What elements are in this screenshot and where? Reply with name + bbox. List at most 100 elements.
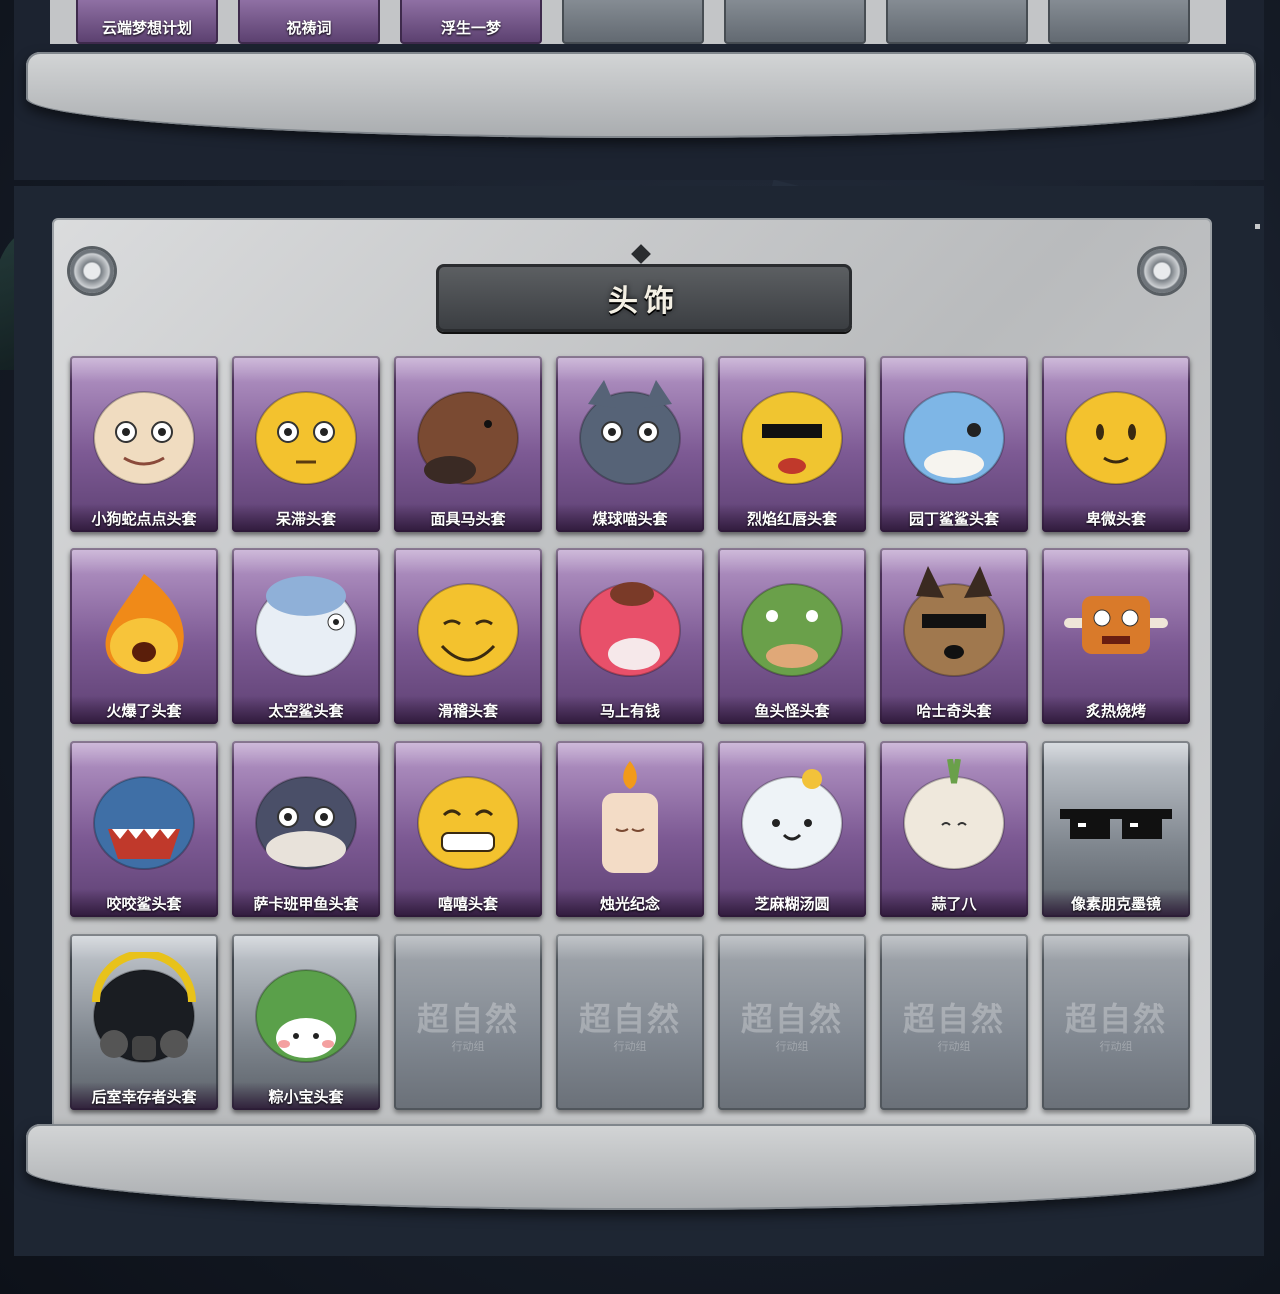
top-row-card-label: 云端梦想计划 xyxy=(101,20,192,37)
top-row-empty-slot[interactable] xyxy=(1048,0,1190,44)
top-row-card-label: 浮生一梦 xyxy=(440,20,501,37)
horse-mask-icon xyxy=(408,374,528,492)
tangyuan-icon xyxy=(732,759,852,877)
headwear-card[interactable]: 小狗蛇点点头套 xyxy=(70,356,218,532)
empty-slot-watermark-sub: 行动组 xyxy=(1099,1041,1133,1053)
headwear-card-label: 咬咬鲨头套 xyxy=(70,889,218,917)
headwear-card[interactable]: 卑微头套 xyxy=(1042,356,1190,532)
headwear-card[interactable]: 面具马头套 xyxy=(394,356,542,532)
empty-headwear-slot: 超自然 行动组 xyxy=(880,934,1028,1110)
candle-icon xyxy=(570,759,690,877)
headwear-card[interactable]: 烛光纪念 xyxy=(556,741,704,917)
empty-headwear-slot: 超自然 行动组 xyxy=(394,934,542,1110)
blank-face-head-icon xyxy=(246,374,366,492)
section-title: 头饰 xyxy=(608,284,680,319)
headwear-card-label: 卑微头套 xyxy=(1042,504,1190,532)
headwear-card-label: 芝麻糊汤圆 xyxy=(718,889,866,917)
empty-headwear-slot: 超自然 行动组 xyxy=(718,934,866,1110)
scroll-bottom-previous xyxy=(26,52,1256,138)
card-frame-top xyxy=(718,934,866,960)
empty-slot-watermark-sub: 行动组 xyxy=(775,1041,809,1053)
headwear-card[interactable]: 咬咬鲨头套 xyxy=(70,741,218,917)
sacabambaspis-icon xyxy=(246,759,366,877)
fire-head-icon xyxy=(84,566,204,684)
fish-head-icon xyxy=(732,566,852,684)
card-frame-top xyxy=(880,934,1028,960)
humble-face-head-icon xyxy=(1056,374,1176,492)
headwear-card-label: 马上有钱 xyxy=(556,696,704,724)
headwear-card[interactable]: 煤球喵头套 xyxy=(556,356,704,532)
card-frame-top xyxy=(556,934,704,960)
empty-headwear-slot: 超自然 行动组 xyxy=(1042,934,1190,1110)
top-row-card[interactable]: 浮生一梦 xyxy=(400,0,542,44)
headwear-card-label: 煤球喵头套 xyxy=(556,504,704,532)
headwear-card[interactable]: 芝麻糊汤圆 xyxy=(718,741,866,917)
empty-slot-watermark: 超自然 xyxy=(578,1000,681,1038)
empty-headwear-slot: 超自然 行动组 xyxy=(556,934,704,1110)
headwear-card[interactable]: 哈士奇头套 xyxy=(880,548,1028,724)
headwear-card[interactable]: 炙热烧烤 xyxy=(1042,548,1190,724)
empty-slot-watermark-sub: 行动组 xyxy=(451,1041,485,1053)
headwear-card[interactable]: 园丁鲨鲨头套 xyxy=(880,356,1028,532)
corner-emblem-right-icon xyxy=(1140,249,1184,293)
card-frame-top xyxy=(394,934,542,960)
pink-horse-icon xyxy=(570,566,690,684)
headwear-card[interactable]: 马上有钱 xyxy=(556,548,704,724)
headwear-card-label: 粽小宝头套 xyxy=(232,1082,380,1110)
headwear-card-label: 呆滞头套 xyxy=(232,504,380,532)
empty-slot-watermark: 超自然 xyxy=(740,1000,843,1038)
headwear-card[interactable]: 后室幸存者头套 xyxy=(70,934,218,1110)
bbq-meat-icon xyxy=(1056,566,1176,684)
headwear-card-label: 火爆了头套 xyxy=(70,696,218,724)
headwear-card-label: 滑稽头套 xyxy=(394,696,542,724)
snake-dog-head-icon xyxy=(84,374,204,492)
top-row-card[interactable]: 云端梦想计划 xyxy=(76,0,218,44)
cat-head-icon xyxy=(570,374,690,492)
garlic-icon xyxy=(894,758,1014,877)
grin-face-head-icon xyxy=(408,759,528,877)
headwear-card[interactable]: 滑稽头套 xyxy=(394,548,542,724)
card-frame-top xyxy=(1042,934,1190,960)
empty-slot-watermark-sub: 行动组 xyxy=(613,1041,647,1053)
empty-slot-watermark: 超自然 xyxy=(1064,1000,1167,1038)
headwear-card[interactable]: 嘻嘻头套 xyxy=(394,741,542,917)
headwear-card[interactable]: 鱼头怪头套 xyxy=(718,548,866,724)
headwear-card-label: 像素朋克墨镜 xyxy=(1042,889,1190,917)
section-title-banner: 头饰 xyxy=(436,264,852,332)
headwear-card-label: 蒜了八 xyxy=(880,889,1028,917)
headwear-card[interactable]: 萨卡班甲鱼头套 xyxy=(232,741,380,917)
headwear-card[interactable]: 呆滞头套 xyxy=(232,356,380,532)
headwear-card-label: 鱼头怪头套 xyxy=(718,696,866,724)
gas-mask-helmet-icon xyxy=(84,950,204,1070)
space-shark-icon xyxy=(246,566,366,684)
zongzi-icon xyxy=(246,952,366,1070)
headwear-card-label: 园丁鲨鲨头套 xyxy=(880,504,1028,532)
headwear-card[interactable]: 太空鲨头套 xyxy=(232,548,380,724)
empty-slot-watermark: 超自然 xyxy=(416,1000,519,1038)
empty-slot-watermark: 超自然 xyxy=(902,1000,1005,1038)
headwear-card-label: 小狗蛇点点头套 xyxy=(70,504,218,532)
headwear-card-label: 面具马头套 xyxy=(394,504,542,532)
headwear-card[interactable]: 像素朋克墨镜 xyxy=(1042,741,1190,917)
shark-gardener-icon xyxy=(894,374,1014,492)
biting-shark-icon xyxy=(84,759,204,877)
headwear-card-label: 烈焰红唇头套 xyxy=(718,504,866,532)
corner-emblem-left-icon xyxy=(70,249,114,293)
headwear-card-label: 烛光纪念 xyxy=(556,889,704,917)
funny-face-head-icon xyxy=(408,566,528,684)
headwear-card-label: 太空鲨头套 xyxy=(232,696,380,724)
corner-dot xyxy=(1255,224,1260,229)
empty-slot-watermark-sub: 行动组 xyxy=(937,1041,971,1053)
headwear-card-label: 后室幸存者头套 xyxy=(70,1082,218,1110)
husky-head-icon xyxy=(894,566,1014,684)
headwear-card-label: 萨卡班甲鱼头套 xyxy=(232,889,380,917)
top-row-empty-slot[interactable] xyxy=(886,0,1028,44)
headwear-card[interactable]: 粽小宝头套 xyxy=(232,934,380,1110)
headwear-card[interactable]: 火爆了头套 xyxy=(70,548,218,724)
top-row-empty-slot[interactable] xyxy=(724,0,866,44)
headwear-card-label: 哈士奇头套 xyxy=(880,696,1028,724)
top-row-empty-slot[interactable] xyxy=(562,0,704,44)
top-row-card[interactable]: 祝祷词 xyxy=(238,0,380,44)
headwear-card[interactable]: 烈焰红唇头套 xyxy=(718,356,866,532)
headwear-card[interactable]: 蒜了八 xyxy=(880,741,1028,917)
